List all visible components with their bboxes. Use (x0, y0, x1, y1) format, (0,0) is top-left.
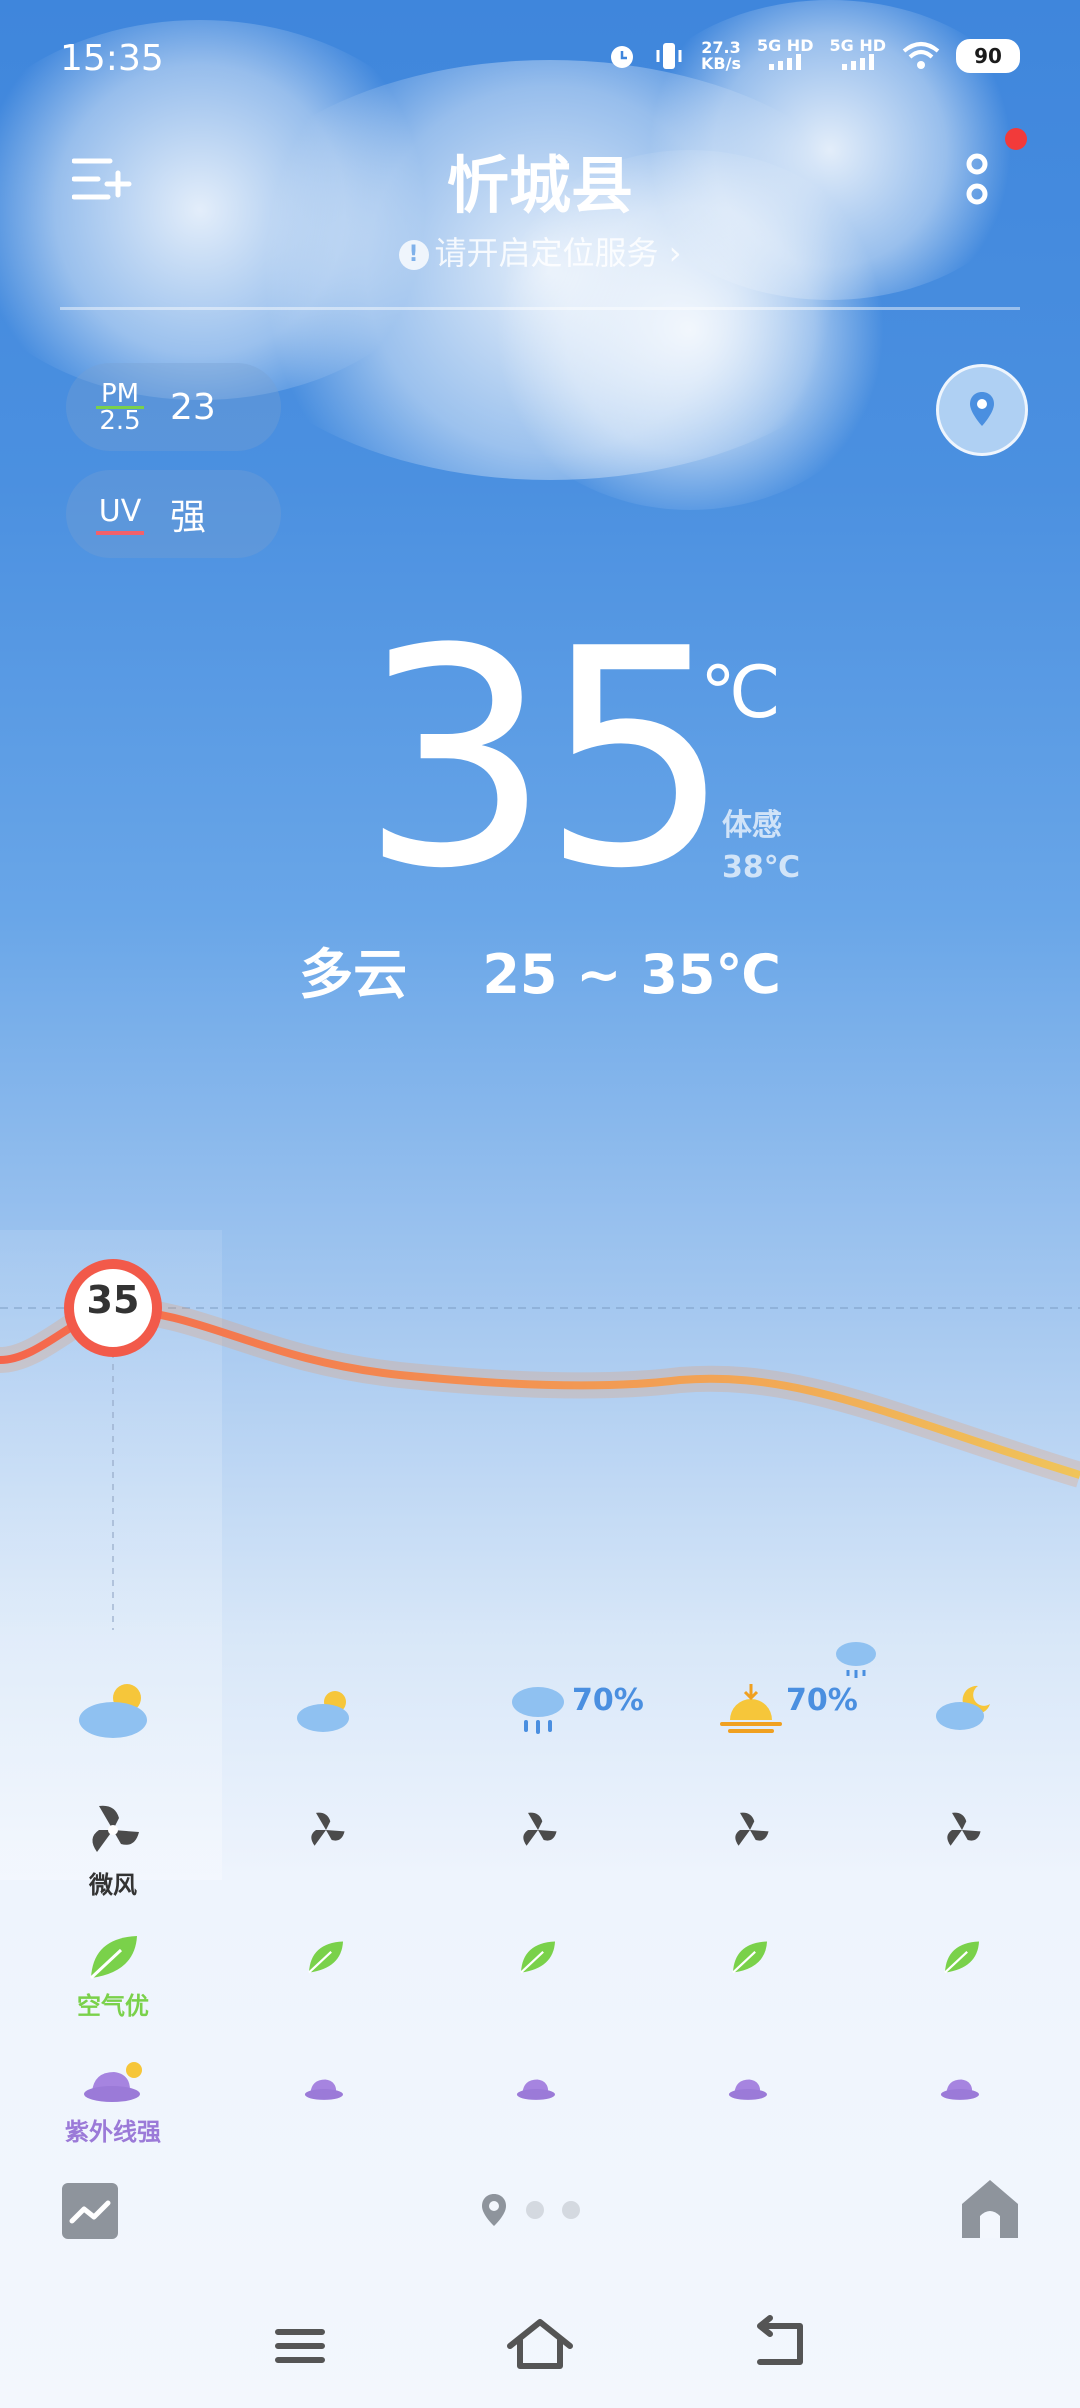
leaf-icon (944, 1941, 980, 1974)
sun-hat-icon (304, 2079, 343, 2100)
trend-chart-icon[interactable] (62, 2183, 118, 2239)
temp-unit: ℃ (700, 650, 781, 734)
current-temperature: 35 (360, 585, 732, 934)
net-speed: 27.3 KB/s (701, 37, 741, 73)
uv-value: 强 (170, 497, 207, 538)
partly-cloudy-icon (297, 1691, 349, 1732)
leaf-icon (520, 1941, 556, 1974)
back-nav-icon[interactable] (740, 2310, 820, 2380)
wifi-icon (902, 41, 940, 69)
air-quality-label: 空气优 (77, 1992, 149, 2020)
uv-label: UV (96, 494, 144, 535)
pm25-label: PM 2.5 (96, 381, 144, 434)
precip-label: 70% (572, 1683, 644, 1718)
signal-icon (769, 54, 802, 70)
leaf-icon (308, 1941, 344, 1974)
rain-icon (512, 1687, 564, 1734)
sun-hat-icon (84, 2062, 142, 2102)
signal-icon (841, 54, 874, 70)
chevron-right-icon: › (658, 234, 682, 272)
rain-small-icon (836, 1642, 876, 1678)
wind-fan-icon (735, 1812, 769, 1846)
current-temp-marker-label: 35 (86, 1278, 140, 1322)
battery-icon: 90 (956, 38, 1020, 73)
city-name[interactable]: 忻城县 (0, 135, 1080, 225)
temperature-curve (0, 1259, 1080, 1630)
sim2-signal: 5G HD (829, 38, 886, 73)
wind-fan-icon (523, 1812, 557, 1846)
home-nav-icon[interactable] (500, 2310, 580, 2380)
header-divider (60, 307, 1020, 310)
sim1-signal: 5G HD (757, 38, 813, 73)
location-pin-icon (482, 2194, 506, 2226)
wind-fan-icon (947, 1812, 981, 1846)
alarm-icon (611, 45, 633, 68)
info-icon: ! (398, 240, 429, 270)
feels-like: 体感 38℃ (722, 808, 801, 885)
leaf-icon (732, 1941, 768, 1974)
sun-hat-icon (728, 2079, 767, 2100)
menu-nav-icon[interactable] (260, 2310, 340, 2380)
status-time: 15:35 (60, 38, 164, 79)
sun-hat-icon (940, 2079, 979, 2100)
precip-label: 70% (786, 1683, 858, 1718)
page-indicator[interactable] (480, 2192, 580, 2228)
cloudy-night-icon (936, 1685, 990, 1730)
partly-cloudy-icon (79, 1684, 147, 1738)
vibrate-icon (656, 42, 682, 69)
more-icon[interactable] (962, 150, 992, 210)
notification-dot (1005, 128, 1027, 150)
wind-fan-icon (92, 1805, 139, 1852)
aqi-chip[interactable]: PM 2.5 23 (66, 363, 281, 451)
page-dot (526, 2201, 544, 2219)
status-icons: 27.3 KB/s 5G HD 5G HD 90 (607, 38, 1020, 73)
page-dot (562, 2201, 580, 2219)
uv-level-label: 紫外线强 (65, 2118, 161, 2146)
sun-hat-icon (516, 2079, 555, 2100)
uv-chip[interactable]: UV 强 (66, 470, 281, 558)
leaf-icon (89, 1936, 137, 1980)
location-pin-icon (970, 392, 994, 426)
aqi-value: 23 (170, 386, 216, 428)
sunset-icon (720, 1684, 782, 1733)
wind-label: 微风 (89, 1871, 137, 1899)
weather-summary: 多云 25 ~ 35℃ (299, 943, 781, 1006)
location-hint[interactable]: ! 请开启定位服务 › (0, 228, 1080, 274)
home-widget-icon[interactable] (962, 2180, 1018, 2238)
map-button[interactable] (936, 364, 1028, 456)
wind-fan-icon (311, 1812, 345, 1846)
